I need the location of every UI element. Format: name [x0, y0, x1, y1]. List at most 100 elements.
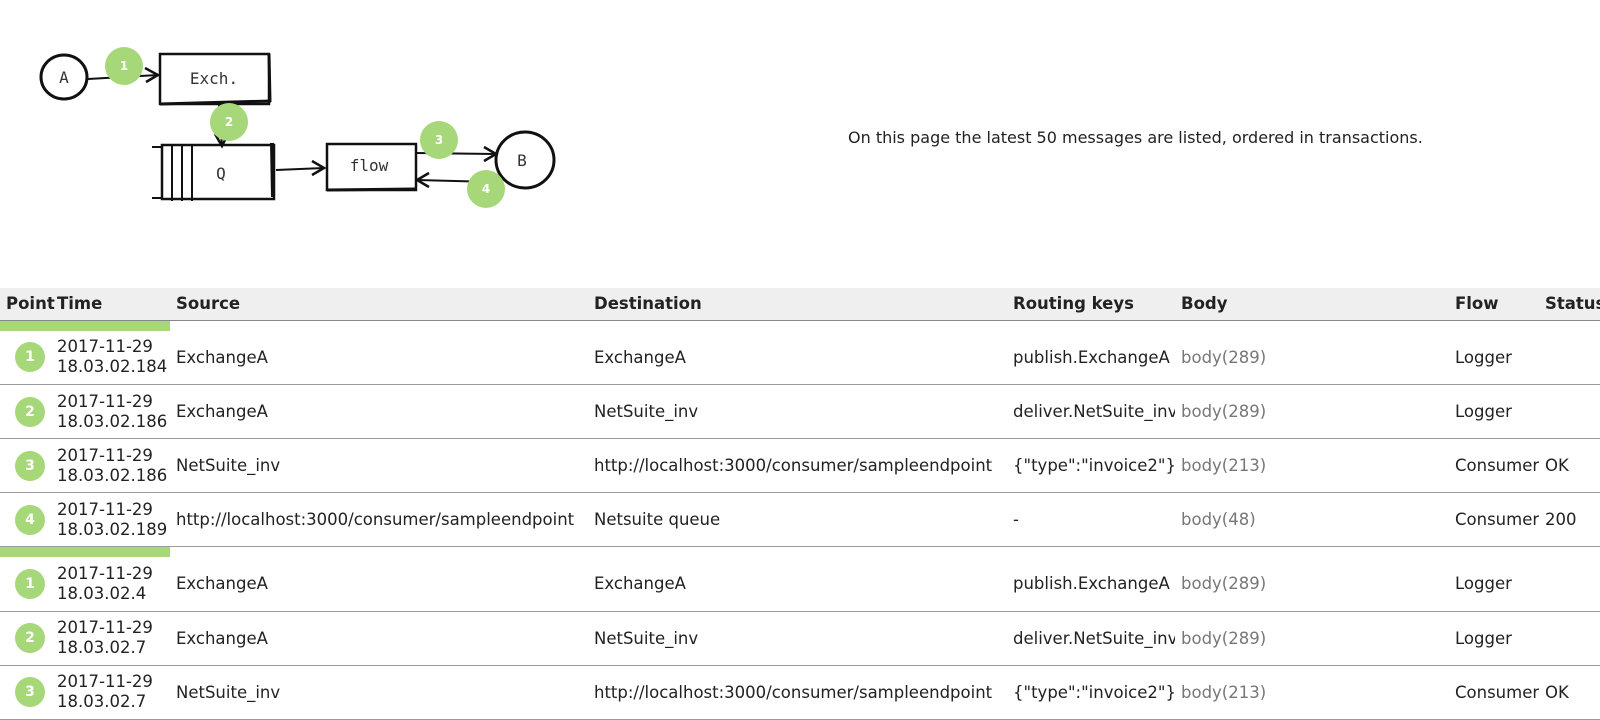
- point-badge: 2: [15, 623, 45, 653]
- destination-cell: http://localhost:3000/consumer/sampleend…: [588, 665, 1007, 720]
- table-row[interactable]: 2 2017-11-29 18.03.02.186 ExchangeA NetSu…: [0, 384, 1600, 439]
- svg-text:4: 4: [482, 182, 490, 196]
- marker-4: 4: [467, 170, 505, 208]
- flow-cell: Consumer: [1449, 492, 1539, 547]
- routing-keys-cell: deliver.NetSuite_inv: [1007, 384, 1175, 439]
- status-cell: [1539, 384, 1600, 439]
- point-badge: 2: [15, 396, 45, 427]
- transaction-marker-bar: [0, 320, 170, 331]
- transaction-separator: [0, 320, 1600, 331]
- body-link[interactable]: body(213): [1175, 665, 1449, 720]
- header-point: Point: [0, 288, 56, 321]
- time-cell: 2017-11-29 18.03.02.7: [56, 611, 170, 666]
- body-link[interactable]: body(289): [1175, 557, 1449, 612]
- body-link[interactable]: body(289): [1175, 384, 1449, 439]
- header-source: Source: [170, 288, 588, 321]
- time-cell: 2017-11-29 18.03.02.186: [56, 384, 170, 439]
- header-time: Time: [56, 288, 170, 321]
- status-cell: OK: [1539, 665, 1600, 720]
- point-badge: 3: [15, 677, 45, 707]
- source-cell: ExchangeA: [170, 330, 588, 385]
- time-cell: 2017-11-29 18.03.02.4: [56, 557, 170, 612]
- flow-cell: Logger: [1449, 611, 1539, 666]
- destination-cell: NetSuite_inv: [588, 611, 1007, 666]
- routing-keys-cell: {"type":"invoice2"}: [1007, 665, 1175, 720]
- table-row[interactable]: 2 2017-11-29 18.03.02.7 ExchangeA NetSuit…: [0, 611, 1600, 666]
- routing-keys-cell: -: [1007, 492, 1175, 547]
- svg-text:2: 2: [225, 115, 233, 129]
- flow-cell: Consumer: [1449, 438, 1539, 493]
- marker-1: 1: [105, 47, 143, 85]
- node-b: B: [494, 130, 556, 190]
- marker-3: 3: [420, 121, 458, 159]
- body-link[interactable]: body(289): [1175, 611, 1449, 666]
- time-cell: 2017-11-29 18.03.02.7: [56, 665, 170, 720]
- destination-cell: ExchangeA: [588, 330, 1007, 385]
- svg-text:1: 1: [120, 59, 128, 73]
- marker-2: 2: [210, 103, 248, 141]
- flow-cell: Logger: [1449, 330, 1539, 385]
- point-badge: 3: [15, 450, 45, 481]
- destination-cell: Netsuite queue: [588, 492, 1007, 547]
- destination-cell: ExchangeA: [588, 557, 1007, 612]
- source-cell: ExchangeA: [170, 611, 588, 666]
- page-header: A Exch. Q flow B 1 2 3 4 On this page th…: [0, 0, 1600, 288]
- messages-table: Point Time Source Destination Routing ke…: [0, 288, 1600, 720]
- destination-cell: NetSuite_inv: [588, 384, 1007, 439]
- transaction-marker-bar: [0, 546, 170, 557]
- node-queue: Q: [152, 142, 276, 201]
- source-cell: NetSuite_inv: [170, 665, 588, 720]
- table-row[interactable]: 3 2017-11-29 18.03.02.7 NetSuite_inv http…: [0, 665, 1600, 720]
- routing-keys-cell: {"type":"invoice2"}: [1007, 438, 1175, 493]
- table-header-row: Point Time Source Destination Routing ke…: [0, 288, 1600, 321]
- flow-cell: Consumer: [1449, 665, 1539, 720]
- status-cell: [1539, 330, 1600, 385]
- table-row[interactable]: 1 2017-11-29 18.03.02.4 ExchangeA Exchang…: [0, 557, 1600, 612]
- arrow-queue-to-flow: [275, 159, 327, 177]
- header-status: Status: [1539, 288, 1600, 321]
- time-cell: 2017-11-29 18.03.02.186: [56, 438, 170, 493]
- queue-label: Q: [216, 164, 226, 183]
- node-exchange: Exch.: [158, 52, 272, 106]
- source-cell: ExchangeA: [170, 384, 588, 439]
- body-link[interactable]: body(289): [1175, 330, 1449, 385]
- header-routing-keys: Routing keys: [1007, 288, 1175, 321]
- status-cell: [1539, 557, 1600, 612]
- exchange-label: Exch.: [190, 69, 238, 88]
- body-link[interactable]: body(213): [1175, 438, 1449, 493]
- point-badge: 4: [15, 504, 45, 535]
- node-flow: flow: [325, 142, 418, 192]
- routing-keys-cell: publish.ExchangeA: [1007, 557, 1175, 612]
- node-a-label: A: [59, 68, 69, 87]
- source-cell: NetSuite_inv: [170, 438, 588, 493]
- node-b-label: B: [517, 151, 527, 170]
- point-badge: 1: [15, 568, 45, 599]
- page-description: On this page the latest 50 messages are …: [848, 128, 1423, 147]
- flow-cell: Logger: [1449, 557, 1539, 612]
- node-a: A: [39, 53, 89, 101]
- message-flow-diagram: A Exch. Q flow B 1 2 3 4: [39, 47, 556, 208]
- flow-label: flow: [350, 156, 389, 175]
- svg-text:3: 3: [435, 133, 443, 147]
- transaction-separator: [0, 546, 1600, 557]
- routing-keys-cell: deliver.NetSuite_inv: [1007, 611, 1175, 666]
- source-cell: http://localhost:3000/consumer/sampleend…: [170, 492, 588, 547]
- table-row[interactable]: 4 2017-11-29 18.03.02.189 http://localhos…: [0, 492, 1600, 547]
- flow-cell: Logger: [1449, 384, 1539, 439]
- status-cell: 200: [1539, 492, 1600, 547]
- status-cell: OK: [1539, 438, 1600, 493]
- header-flow: Flow: [1449, 288, 1539, 321]
- messages-table-body: 1 2017-11-29 18.03.02.184 ExchangeA Excha…: [0, 320, 1600, 720]
- header-destination: Destination: [588, 288, 1007, 321]
- routing-keys-cell: publish.ExchangeA: [1007, 330, 1175, 385]
- destination-cell: http://localhost:3000/consumer/sampleend…: [588, 438, 1007, 493]
- source-cell: ExchangeA: [170, 557, 588, 612]
- point-badge: 1: [15, 342, 45, 373]
- header-body: Body: [1175, 288, 1449, 321]
- body-link[interactable]: body(48): [1175, 492, 1449, 547]
- table-row[interactable]: 3 2017-11-29 18.03.02.186 NetSuite_inv ht…: [0, 438, 1600, 493]
- time-cell: 2017-11-29 18.03.02.184: [56, 330, 170, 385]
- status-cell: [1539, 611, 1600, 666]
- time-cell: 2017-11-29 18.03.02.189: [56, 492, 170, 547]
- table-row[interactable]: 1 2017-11-29 18.03.02.184 ExchangeA Excha…: [0, 330, 1600, 385]
